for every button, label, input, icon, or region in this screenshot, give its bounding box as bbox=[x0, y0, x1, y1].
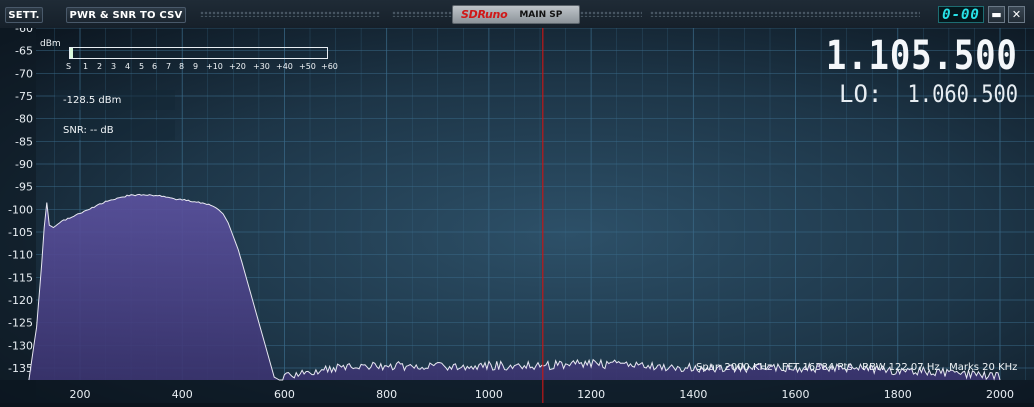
x-tick-label: 1400 bbox=[679, 388, 707, 401]
pwr-snr-to-csv-button[interactable]: PWR & SNR TO CSV bbox=[66, 7, 186, 23]
grip-dots bbox=[200, 11, 380, 17]
y-tick-label: -85 bbox=[15, 135, 33, 148]
grip-dots bbox=[650, 11, 920, 17]
s-meter-tick: 5 bbox=[139, 62, 145, 71]
y-tick-label: -60 bbox=[15, 28, 33, 35]
snr-readout: SNR: -- dB bbox=[55, 120, 175, 140]
y-tick-label: -115 bbox=[8, 271, 33, 284]
y-tick-label: -90 bbox=[15, 158, 33, 171]
tuned-frequency[interactable]: 1.105.500 bbox=[826, 36, 1018, 76]
y-tick-label: -65 bbox=[15, 45, 33, 58]
lo-frequency[interactable]: 1.060.500 bbox=[907, 82, 1018, 106]
s-meter-tick: +50 bbox=[299, 62, 316, 71]
y-tick-label: -100 bbox=[8, 203, 33, 216]
y-tick-label: -80 bbox=[15, 113, 33, 126]
x-tick-label: 1200 bbox=[577, 388, 605, 401]
y-tick-label: -75 bbox=[15, 90, 33, 103]
x-tick-label: 2000 bbox=[986, 388, 1014, 401]
s-meter-tick: 9 bbox=[193, 62, 199, 71]
lo-label: LO: bbox=[839, 80, 883, 108]
x-tick-label: 200 bbox=[70, 388, 91, 401]
close-button[interactable]: ✕ bbox=[1008, 6, 1025, 23]
s-meter-tick: 3 bbox=[111, 62, 117, 71]
x-axis-strip bbox=[0, 380, 1034, 403]
y-tick-label: -130 bbox=[8, 339, 33, 352]
smeter-unit-label: dBm bbox=[40, 39, 61, 49]
settings-button[interactable]: SETT. bbox=[5, 7, 43, 23]
y-tick-label: -110 bbox=[8, 249, 33, 262]
s-meter-tick: 7 bbox=[166, 62, 172, 71]
clock-display: 0-00 bbox=[938, 6, 984, 23]
s-meter-scale: S 1 2 3 4 5 6 7 8 9 +10 +20 +30 +40 +50 +60 bbox=[66, 62, 346, 72]
y-tick-label: -95 bbox=[15, 181, 33, 194]
s-meter-tick: 8 bbox=[179, 62, 185, 71]
s-meter-tick: 2 bbox=[97, 62, 103, 71]
y-tick-label: -120 bbox=[8, 294, 33, 307]
x-tick-label: 800 bbox=[376, 388, 397, 401]
y-tick-label: -125 bbox=[8, 317, 33, 330]
s-meter-fill bbox=[70, 48, 73, 58]
y-tick-label: -135 bbox=[8, 362, 33, 375]
x-tick-label: 400 bbox=[172, 388, 193, 401]
s-meter-tick: 4 bbox=[125, 62, 131, 71]
s-meter-tick: 1 bbox=[83, 62, 89, 71]
sdruno-logo: SDRuno bbox=[461, 8, 508, 21]
x-tick-label: 1800 bbox=[884, 388, 912, 401]
window-title-tab[interactable]: SDRuno MAIN SP bbox=[452, 5, 580, 24]
minimize-button[interactable]: ▬ bbox=[988, 6, 1005, 23]
title-bar: SETT. PWR & SNR TO CSV SDRuno MAIN SP 0-… bbox=[0, 0, 1034, 29]
s-meter-tick: +30 bbox=[253, 62, 270, 71]
status-line: Span 2000 KHz FFT 16384 Pts RBW 122.07 H… bbox=[696, 362, 1018, 373]
power-readout: -128.5 dBm bbox=[55, 90, 175, 110]
s-meter bbox=[69, 47, 328, 59]
window-title: MAIN SP bbox=[519, 9, 563, 20]
s-meter-tick: +40 bbox=[276, 62, 293, 71]
s-meter-tick: S bbox=[66, 62, 72, 71]
y-tick-label: -70 bbox=[15, 67, 33, 80]
y-tick-label: -105 bbox=[8, 226, 33, 239]
x-tick-label: 1600 bbox=[782, 388, 810, 401]
s-meter-tick: +20 bbox=[229, 62, 246, 71]
s-meter-tick: +10 bbox=[206, 62, 223, 71]
s-meter-tick: 6 bbox=[152, 62, 158, 71]
s-meter-tick: +60 bbox=[321, 62, 338, 71]
x-tick-label: 600 bbox=[274, 388, 295, 401]
x-tick-label: 1000 bbox=[475, 388, 503, 401]
